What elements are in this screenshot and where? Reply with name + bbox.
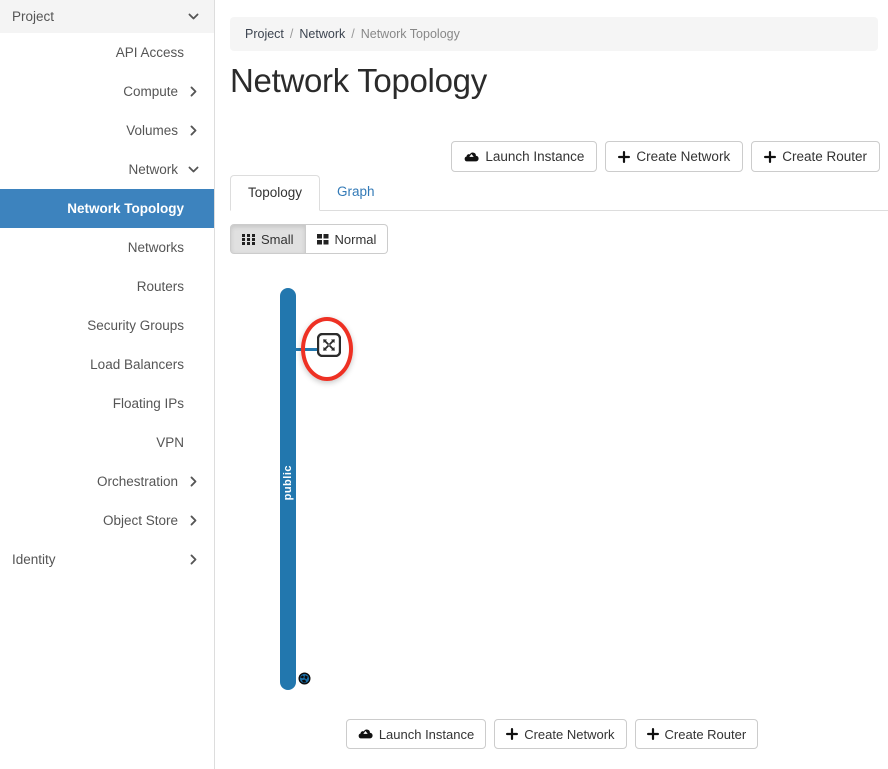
plus-icon — [647, 728, 659, 740]
sidebar-project-header[interactable]: Project — [0, 0, 214, 33]
breadcrumb: Project / Network / Network Topology — [230, 17, 878, 51]
sidebar-item-label: Networks — [12, 240, 186, 255]
topology-canvas[interactable]: public — [216, 270, 888, 700]
sidebar-project-label: Project — [12, 9, 187, 24]
chevron-down-icon — [187, 10, 200, 23]
tab-bar: Topology Graph — [230, 175, 888, 211]
tab-label: Topology — [248, 185, 302, 200]
tab-label: Graph — [337, 184, 375, 199]
cloud-upload-icon — [358, 728, 373, 740]
grid-2x2-icon — [317, 234, 329, 245]
sidebar-item-load-balancers[interactable]: Load Balancers — [0, 345, 214, 384]
sidebar-item-volumes[interactable]: Volumes — [0, 111, 214, 150]
sidebar-item-label: Network Topology — [12, 201, 186, 216]
cloud-upload-icon — [464, 151, 479, 163]
globe-icon — [298, 672, 311, 685]
button-label: Create Router — [665, 727, 747, 742]
sidebar-item-routers[interactable]: Routers — [0, 267, 214, 306]
network-name-label: public — [280, 465, 296, 500]
sidebar-item-label: Load Balancers — [12, 357, 186, 372]
top-action-bar: Launch Instance Create Network Create Ro… — [451, 141, 880, 172]
sidebar-item-label: Floating IPs — [12, 396, 186, 411]
chevron-right-icon — [186, 85, 200, 98]
bottom-action-bar: Launch Instance Create Network Create Ro… — [216, 719, 888, 749]
create-router-button[interactable]: Create Router — [751, 141, 880, 172]
router-icon[interactable] — [317, 333, 341, 357]
chevron-right-icon — [186, 514, 200, 527]
page-title: Network Topology — [230, 62, 487, 100]
main-content: Project / Network / Network Topology Net… — [216, 0, 888, 769]
sidebar-item-floating-ips[interactable]: Floating IPs — [0, 384, 214, 423]
breadcrumb-item-project[interactable]: Project — [245, 27, 284, 41]
tabs-container: Topology Graph — [230, 175, 888, 211]
sidebar: Project API Access Compute Volumes Netwo… — [0, 0, 215, 769]
launch-instance-button[interactable]: Launch Instance — [451, 141, 597, 172]
grid-3x3-icon — [242, 234, 255, 245]
button-label: Launch Instance — [379, 727, 474, 742]
tab-graph[interactable]: Graph — [320, 175, 392, 210]
sidebar-item-orchestration[interactable]: Orchestration — [0, 462, 214, 501]
button-label: Create Network — [524, 727, 614, 742]
sidebar-item-compute[interactable]: Compute — [0, 72, 214, 111]
sidebar-item-label: Identity — [12, 552, 186, 567]
sidebar-item-label: Security Groups — [12, 318, 186, 333]
toggle-label: Normal — [335, 232, 377, 247]
sidebar-item-identity[interactable]: Identity — [0, 540, 214, 579]
breadcrumb-item-network[interactable]: Network — [299, 27, 345, 41]
breadcrumb-separator: / — [284, 27, 299, 41]
sidebar-item-label: Compute — [12, 84, 186, 99]
button-label: Create Network — [636, 149, 730, 164]
breadcrumb-item-network-topology: Network Topology — [361, 27, 460, 41]
chevron-right-icon — [186, 475, 200, 488]
button-label: Create Router — [782, 149, 867, 164]
plus-icon — [764, 151, 776, 163]
sidebar-item-object-store[interactable]: Object Store — [0, 501, 214, 540]
size-toggle-group: Small Normal — [230, 224, 388, 254]
button-label: Launch Instance — [485, 149, 584, 164]
sidebar-item-label: Orchestration — [12, 474, 186, 489]
chevron-right-icon — [186, 124, 200, 137]
tab-topology[interactable]: Topology — [230, 175, 320, 211]
sidebar-item-vpn[interactable]: VPN — [0, 423, 214, 462]
sidebar-item-networks[interactable]: Networks — [0, 228, 214, 267]
sidebar-item-label: Object Store — [12, 513, 186, 528]
launch-instance-button-bottom[interactable]: Launch Instance — [346, 719, 486, 749]
create-router-button-bottom[interactable]: Create Router — [635, 719, 759, 749]
sidebar-item-network[interactable]: Network — [0, 150, 214, 189]
plus-icon — [506, 728, 518, 740]
sidebar-item-network-topology[interactable]: Network Topology — [0, 189, 214, 228]
sidebar-item-security-groups[interactable]: Security Groups — [0, 306, 214, 345]
sidebar-item-label: Volumes — [12, 123, 186, 138]
sidebar-item-label: Network — [12, 162, 186, 177]
sidebar-item-label: VPN — [12, 435, 186, 450]
chevron-right-icon — [186, 553, 200, 566]
toggle-small-button[interactable]: Small — [230, 224, 306, 254]
plus-icon — [618, 151, 630, 163]
sidebar-item-label: API Access — [12, 45, 186, 60]
breadcrumb-separator: / — [345, 27, 360, 41]
create-network-button[interactable]: Create Network — [605, 141, 743, 172]
toggle-label: Small — [261, 232, 294, 247]
create-network-button-bottom[interactable]: Create Network — [494, 719, 626, 749]
toggle-normal-button[interactable]: Normal — [306, 224, 389, 254]
sidebar-item-api-access[interactable]: API Access — [0, 33, 214, 72]
chevron-down-icon — [186, 163, 200, 176]
sidebar-item-label: Routers — [12, 279, 186, 294]
